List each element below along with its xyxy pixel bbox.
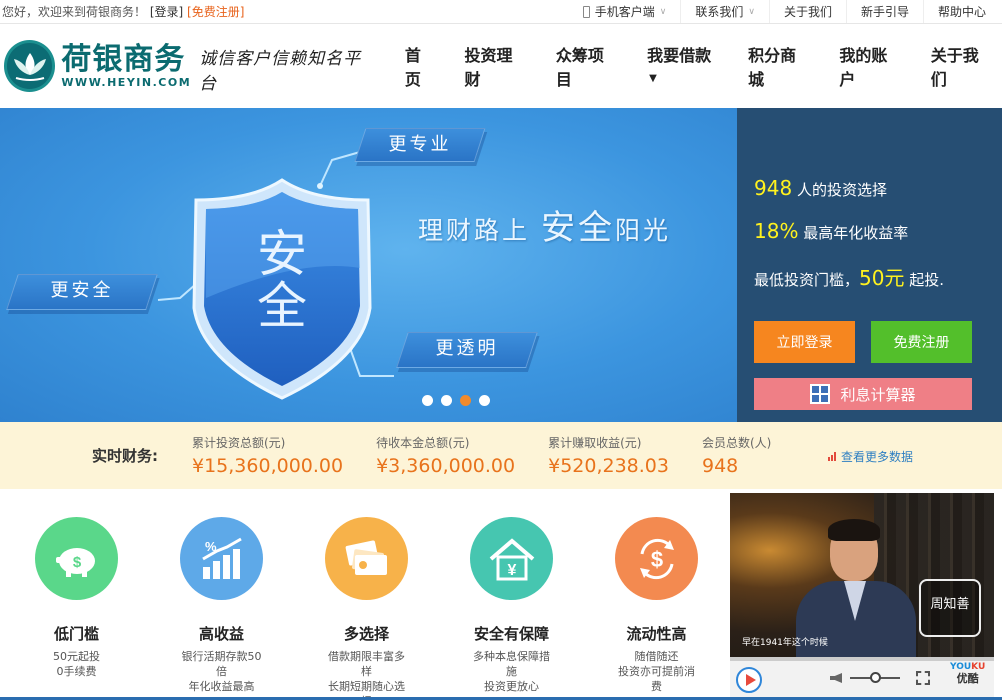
hero-carousel[interactable]: 安 全 更专业 更安全 更透明 理财路上 安全阳光	[0, 108, 737, 422]
shield-text: 安 全	[252, 228, 312, 332]
greeting-text: 您好，欢迎来到荷银商务！	[2, 5, 147, 19]
tag-professional: 更专业	[354, 128, 486, 162]
video-player[interactable]: 周知善 早在1941年这个时候 YOUKU 优酷	[730, 493, 994, 697]
chevron-down-icon: ∨	[659, 6, 667, 17]
view-more-data-link[interactable]: 查看更多数据	[828, 448, 913, 465]
nav-crowdfunding[interactable]: 众筹项目	[556, 42, 619, 90]
max-rate: 18%	[754, 219, 799, 243]
mobile-client-label: 手机客户端	[594, 5, 655, 19]
login-link[interactable]: [登录]	[150, 5, 183, 19]
nav-my-account[interactable]: 我的账户	[839, 42, 902, 90]
play-button[interactable]	[736, 667, 762, 693]
main-nav: 首页 投资理财 众筹项目 我要借款 ▼ 积分商城 我的账户 关于我们	[377, 42, 994, 90]
contact-us-label: 联系我们	[695, 5, 744, 19]
video-controls: YOUKU 优酷	[730, 657, 994, 697]
mobile-client-link[interactable]: 手机客户端 ∨	[569, 0, 681, 23]
fullscreen-icon[interactable]	[916, 671, 930, 685]
min-investment-row: 最低投资门槛，50元 起投.	[754, 266, 945, 290]
phone-icon	[582, 5, 590, 18]
video-subtitle: 早在1941年这个时候	[742, 638, 828, 648]
beginner-guide-label: 新手引导	[860, 5, 909, 19]
about-us-top-link[interactable]: 关于我们	[768, 0, 846, 23]
logo-title: 荷银商务	[61, 41, 186, 77]
help-center-link[interactable]: 帮助中心	[922, 0, 1000, 23]
nav-investment[interactable]: 投资理财	[465, 42, 528, 90]
login-button[interactable]: 立即登录	[754, 321, 855, 363]
banner: 安 全 更专业 更安全 更透明 理财路上 安全阳光 948 人的投资选择 18%…	[0, 108, 1002, 422]
register-button[interactable]: 免费注册	[871, 321, 972, 363]
nav-borrow-label: 我要借款	[647, 46, 712, 65]
contact-us-link[interactable]: 联系我们 ∨	[680, 0, 769, 23]
carousel-dot-1[interactable]	[422, 395, 433, 406]
realtime-stats: 实时财务: 累计投资总额(元) ¥15,360,000.00 待收本金总额(元)…	[0, 422, 1002, 489]
caret-down-icon: ▼	[649, 73, 657, 84]
features-section: $ 低门槛 50元起投0手续费 % 高收益 银行活期存款50倍年化收益最高24%…	[0, 489, 1002, 700]
nav-home[interactable]: 首页	[405, 42, 437, 90]
register-link[interactable]: [免费注册]	[187, 5, 244, 19]
carousel-dots	[422, 395, 498, 406]
bar-chart-icon	[828, 452, 837, 461]
growth-chart-icon: %	[180, 517, 263, 600]
shield-char-1: 安	[257, 225, 307, 283]
svg-text:¥: ¥	[507, 562, 516, 579]
beginner-guide-link[interactable]: 新手引导	[845, 0, 923, 23]
stat-total-investment: 累计投资总额(元) ¥15,360,000.00	[192, 436, 344, 477]
house-yen-icon: ¥	[470, 517, 553, 600]
calculator-icon	[810, 384, 831, 404]
min-investment: 50元	[859, 266, 905, 290]
feature-security: ¥ 安全有保障 多种本息保障措施 投资更放心	[470, 517, 615, 700]
about-us-top-label: 关于我们	[783, 5, 832, 19]
logo-slogan: 诚信客户信赖知名平台	[199, 49, 362, 94]
piggy-bank-icon: $	[35, 517, 118, 600]
top-bar: 您好，欢迎来到荷银商务！ [登录] [免费注册] 手机客户端 ∨ 联系我们 ∨ …	[0, 0, 1002, 24]
nav-points-mall[interactable]: 积分商城	[748, 42, 811, 90]
volume-icon[interactable]	[830, 673, 842, 683]
show-badge: 周知善	[919, 579, 981, 637]
stat-member-count: 会员总数(人) 948	[701, 436, 772, 477]
logo-url: WWW.HEYIN.COM	[61, 75, 192, 89]
lotus-logo-icon	[4, 40, 56, 92]
stats-label: 实时财务:	[92, 447, 158, 465]
chevron-down-icon: ∨	[748, 6, 755, 17]
nav-borrow[interactable]: 我要借款 ▼	[647, 42, 720, 90]
top-links: 手机客户端 ∨ 联系我们 ∨ 关于我们 新手引导 帮助中心	[569, 0, 1000, 23]
carousel-dot-3[interactable]	[460, 395, 471, 406]
youku-logo: YOUKU 优酷	[950, 662, 986, 685]
stat-total-earnings: 累计赚取收益(元) ¥520,238.03	[548, 436, 669, 477]
volume-knob[interactable]	[870, 672, 881, 683]
svg-text:$: $	[650, 547, 662, 572]
dollar-cycle-icon: $	[615, 517, 698, 600]
shield-char-2: 全	[257, 277, 307, 335]
site-logo[interactable]: 荷银商务 WWW.HEYIN.COM 诚信客户信赖知名平台	[4, 38, 377, 94]
tag-safer: 更安全	[6, 274, 158, 310]
help-center-label: 帮助中心	[937, 5, 986, 19]
investor-count: 948	[754, 176, 793, 200]
carousel-dot-2[interactable]	[441, 395, 452, 406]
banner-headline: 理财路上 安全阳光	[418, 208, 671, 248]
cards-icon	[325, 517, 408, 600]
feature-low-threshold: $ 低门槛 50元起投 0手续费	[35, 517, 180, 700]
interest-calculator-button[interactable]: 利息计算器	[754, 378, 972, 410]
calculator-label: 利息计算器	[840, 385, 916, 404]
svg-text:$: $	[72, 554, 81, 571]
svg-text:%: %	[205, 539, 217, 554]
welcome-area: 您好，欢迎来到荷银商务！ [登录] [免费注册]	[2, 3, 244, 20]
stat-pending-principal: 待收本金总额(元) ¥3,360,000.00	[376, 436, 516, 477]
feature-more-choices: 多选择 借款期限丰富多样长期短期随心选择	[325, 517, 470, 700]
feature-high-return: % 高收益 银行活期存款50倍年化收益最高24%	[180, 517, 325, 700]
nav-about-us[interactable]: 关于我们	[931, 42, 994, 90]
max-rate-row: 18% 最高年化收益率	[754, 219, 909, 243]
header: 荷银商务 WWW.HEYIN.COM 诚信客户信赖知名平台 首页 投资理财 众筹…	[0, 24, 1002, 108]
tag-transparent: 更透明	[396, 332, 538, 368]
carousel-dot-4[interactable]	[479, 395, 490, 406]
login-panel: 948 人的投资选择 18% 最高年化收益率 最低投资门槛，50元 起投. 立即…	[737, 108, 1002, 422]
investor-count-row: 948 人的投资选择	[754, 176, 887, 200]
